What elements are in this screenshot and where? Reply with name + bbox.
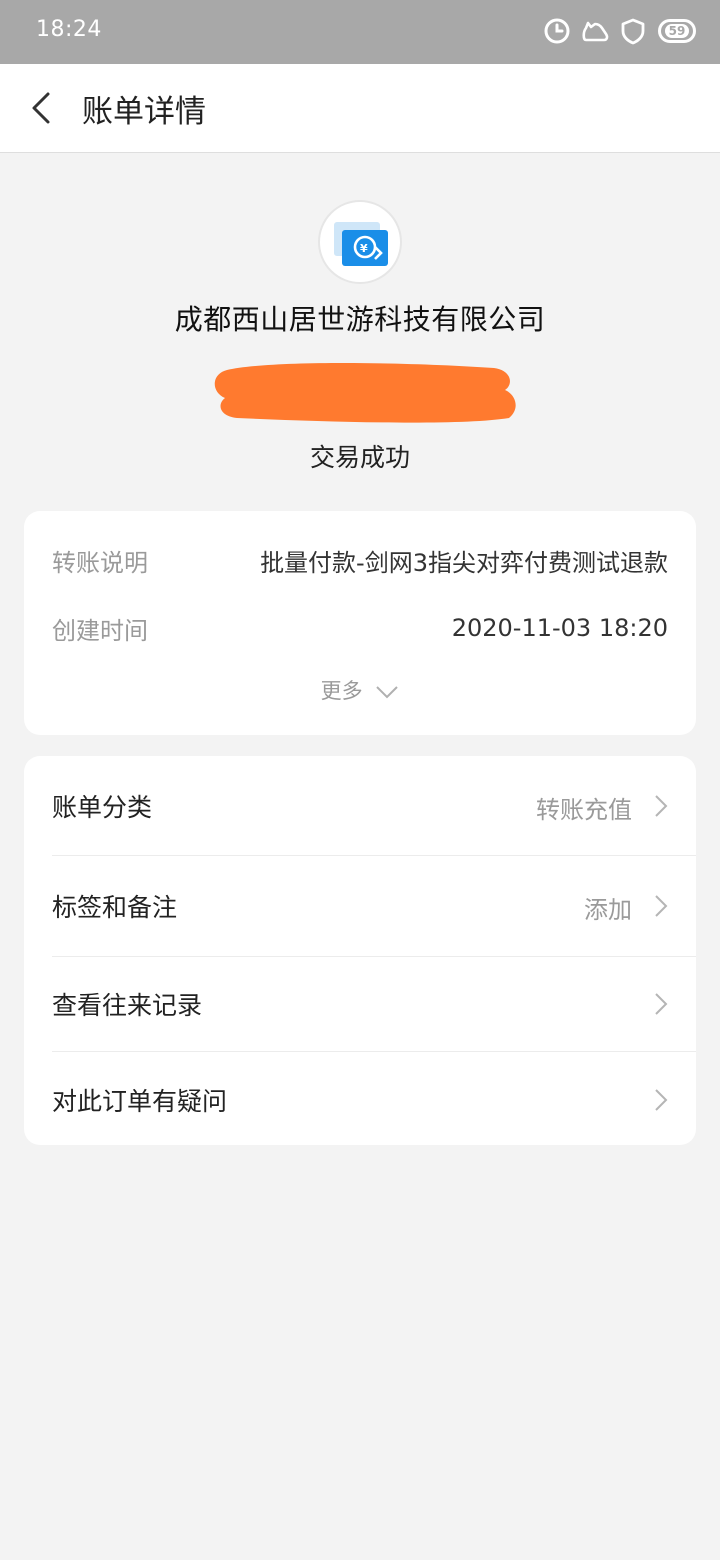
detail-label: 创建时间 — [52, 616, 148, 645]
bill-header: ¥ 成都西山居世游科技有限公司 交易成功 — [0, 200, 720, 474]
more-label: 更多 — [320, 679, 363, 703]
item-label: 标签和备注 — [52, 893, 178, 922]
divider — [52, 855, 696, 856]
battery-level: 59 — [664, 24, 690, 38]
actions-card: 账单分类 转账充值 标签和备注 添加 查看往来记录 对此订单有疑问 — [24, 756, 696, 1145]
transfer-refund-icon: ¥ — [334, 222, 388, 266]
status-bar: 18:24 59 — [0, 0, 720, 64]
svg-text:¥: ¥ — [360, 242, 368, 255]
shield-icon — [621, 18, 645, 45]
page-title: 账单详情 — [82, 94, 206, 130]
item-label: 查看往来记录 — [52, 991, 203, 1020]
chevron-right-icon — [655, 895, 668, 917]
transaction-status: 交易成功 — [309, 443, 410, 472]
list-item-history[interactable]: 查看往来记录 — [24, 956, 696, 1054]
merchant-avatar: ¥ — [318, 200, 402, 284]
notification-icon — [582, 21, 609, 42]
alarm-icon — [544, 18, 570, 44]
nav-bar: 账单详情 — [0, 64, 720, 153]
chevron-right-icon — [655, 795, 668, 817]
chevron-left-icon[interactable] — [24, 86, 64, 130]
redaction-mark — [214, 363, 516, 423]
company-name: 成都西山居世游科技有限公司 — [174, 303, 546, 336]
detail-row: 创建时间 2020-11-03 18:20 — [52, 608, 668, 648]
item-value: 添加 — [584, 896, 632, 924]
detail-label: 转账说明 — [52, 548, 148, 577]
details-card: 转账说明 批量付款-剑网3指尖对弈付费测试退款 创建时间 2020-11-03 … — [24, 511, 696, 735]
detail-value: 2020-11-03 18:20 — [451, 614, 668, 642]
list-item-tags-notes[interactable]: 标签和备注 添加 — [24, 858, 696, 956]
list-item-bill-category[interactable]: 账单分类 转账充值 — [24, 758, 696, 856]
detail-value: 批量付款-剑网3指尖对弈付费测试退款 — [260, 548, 668, 577]
more-toggle[interactable]: 更多 — [24, 675, 696, 705]
list-item-order-question[interactable]: 对此订单有疑问 — [24, 1052, 696, 1150]
item-label: 对此订单有疑问 — [52, 1087, 228, 1116]
status-icons: 59 — [542, 16, 696, 46]
chevron-down-icon — [376, 686, 399, 699]
chevron-right-icon — [655, 1089, 668, 1111]
detail-row: 转账说明 批量付款-剑网3指尖对弈付费测试退款 — [52, 540, 668, 580]
item-value: 转账充值 — [536, 796, 632, 824]
chevron-right-icon — [655, 993, 668, 1015]
status-time: 18:24 — [36, 17, 102, 42]
item-label: 账单分类 — [52, 793, 153, 822]
battery-icon: 59 — [658, 19, 696, 43]
